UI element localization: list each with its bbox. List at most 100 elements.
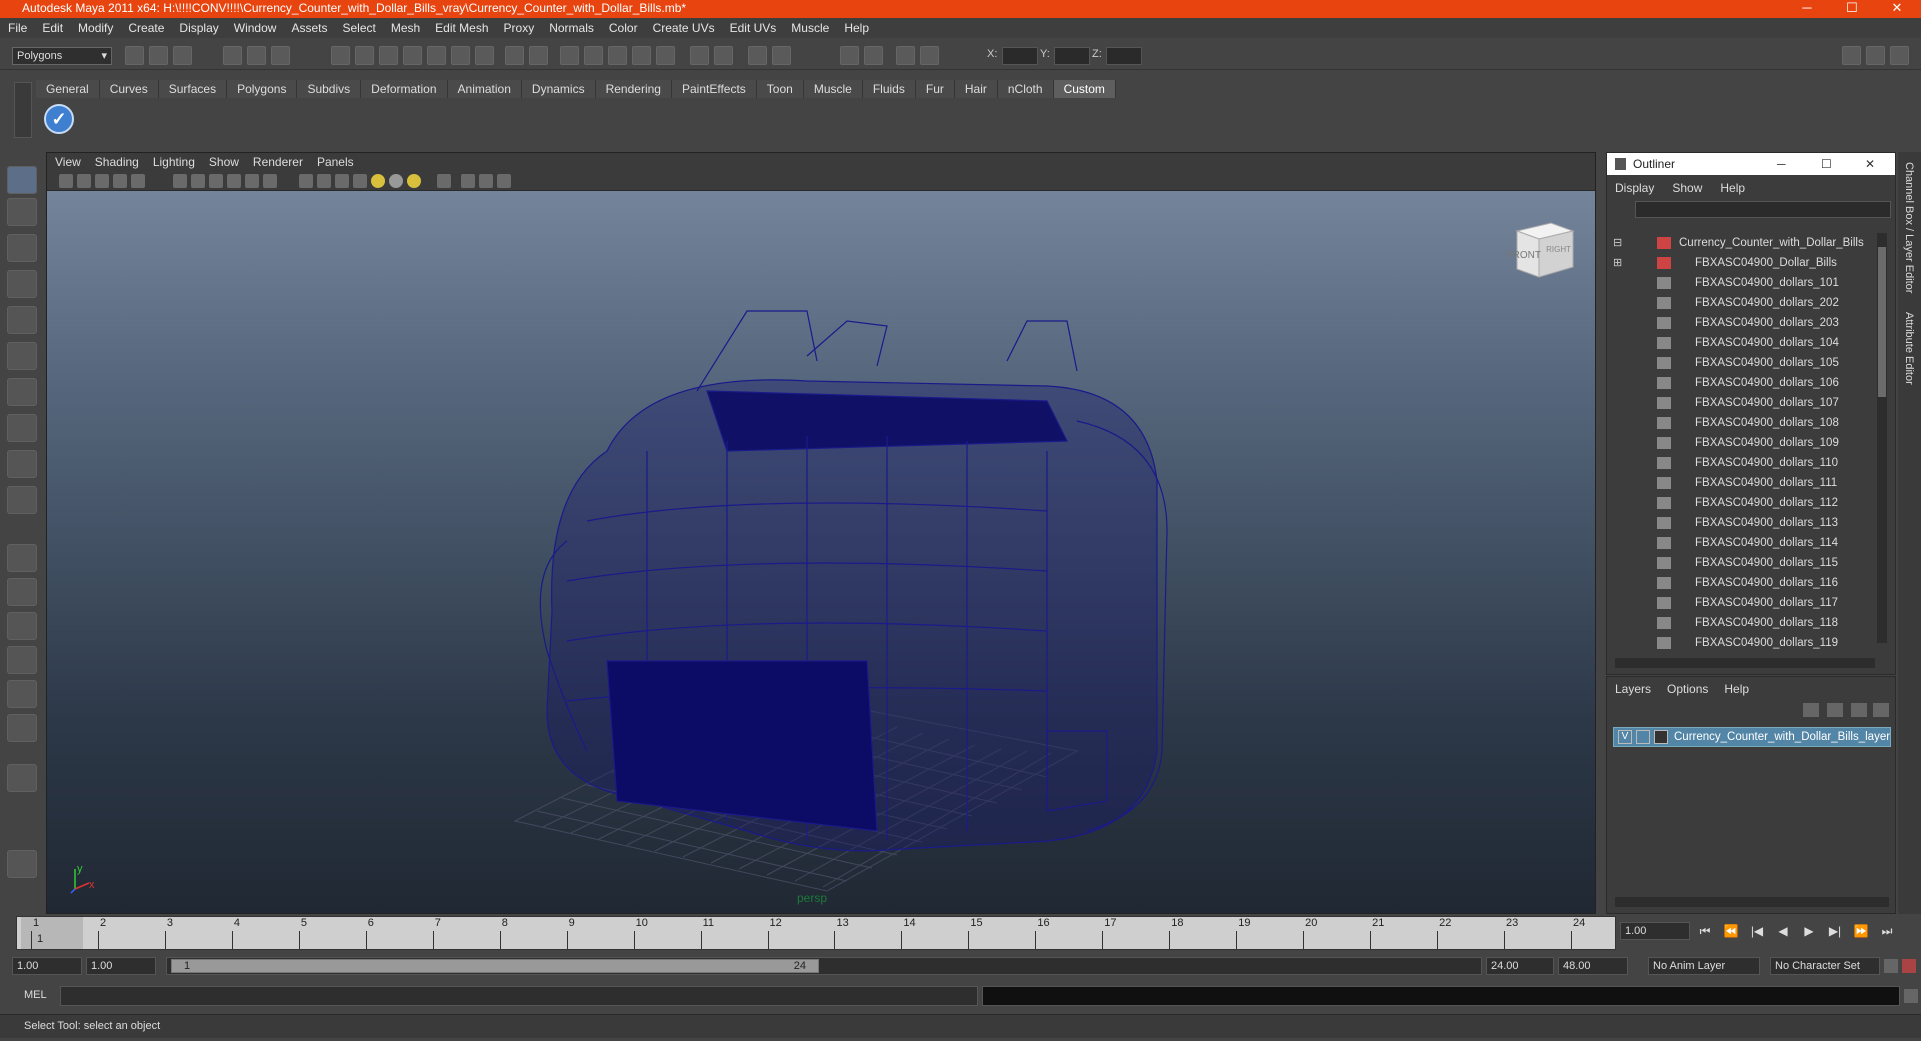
snap-grid-icon[interactable] [331, 46, 350, 65]
backface-icon[interactable] [497, 174, 511, 188]
menu-display[interactable]: Display [179, 21, 218, 35]
outliner-menu-help[interactable]: Help [1720, 179, 1745, 197]
help-icon[interactable] [475, 46, 494, 65]
render-current-icon[interactable] [584, 46, 603, 65]
playback-end-field[interactable]: 24.00 [1486, 957, 1554, 975]
step-back-icon[interactable]: ⏪ [1722, 924, 1740, 942]
layer-visibility-toggle[interactable]: V [1618, 730, 1632, 744]
menu-select[interactable]: Select [342, 21, 375, 35]
absolute-transform-icon[interactable] [920, 46, 939, 65]
hypershade-icon[interactable] [656, 46, 675, 65]
range-slider-handle[interactable]: 1 24 [171, 959, 819, 973]
outliner-item[interactable]: FBXASC04900_dollars_114 [1607, 533, 1877, 553]
minimize-button[interactable]: ─ [1785, 0, 1829, 18]
custom-shelf-check-icon[interactable]: ✓ [44, 104, 74, 134]
lasso-tool-icon[interactable] [7, 198, 37, 226]
viewport-menu-shading[interactable]: Shading [95, 155, 139, 169]
layers-menu-help[interactable]: Help [1724, 681, 1749, 697]
outliner-group-item[interactable]: ⊞ FBXASC04900_Dollar_Bills [1607, 253, 1877, 273]
menu-mesh[interactable]: Mesh [391, 21, 420, 35]
shelf-tab-polygons[interactable]: Polygons [227, 80, 298, 98]
snap-point-icon[interactable] [379, 46, 398, 65]
outliner-menu-show[interactable]: Show [1672, 179, 1702, 197]
shelf-tab-ncloth[interactable]: nCloth [997, 80, 1054, 98]
channel-box-toggle-icon[interactable] [1866, 46, 1885, 65]
outliner-close-icon[interactable]: ✕ [1865, 153, 1875, 175]
select-object-icon[interactable] [247, 46, 266, 65]
outliner-minimize-icon[interactable]: ─ [1777, 153, 1786, 175]
menu-color[interactable]: Color [609, 21, 638, 35]
perspective-viewport[interactable]: View Shading Lighting Show Renderer Pane… [46, 152, 1596, 914]
outliner-item[interactable]: FBXASC04900_dollars_117 [1607, 593, 1877, 613]
select-tool-icon[interactable] [7, 166, 37, 194]
textured-icon[interactable] [353, 174, 367, 188]
custom-layout-icon[interactable] [7, 714, 37, 742]
show-manip-icon[interactable] [7, 450, 37, 478]
menu-assets[interactable]: Assets [291, 21, 327, 35]
shelf-tab-muscle[interactable]: Muscle [803, 80, 863, 98]
viewport-menu-lighting[interactable]: Lighting [153, 155, 195, 169]
goto-end-icon[interactable]: ⏭ [1878, 924, 1896, 942]
play-forward-icon[interactable]: ▶ [1800, 924, 1818, 942]
select-component-icon[interactable] [271, 46, 290, 65]
range-slider-track[interactable]: 1 24 [166, 957, 1482, 975]
viewport-menu-panels[interactable]: Panels [317, 155, 354, 169]
new-scene-icon[interactable] [125, 46, 144, 65]
shelf-tab-rendering[interactable]: Rendering [595, 80, 672, 98]
isolate-select-icon[interactable] [437, 174, 451, 188]
rotate-tool-icon[interactable] [7, 306, 37, 334]
ipr-render-icon[interactable] [608, 46, 627, 65]
outliner-item[interactable]: FBXASC04900_dollars_109 [1607, 433, 1877, 453]
shelf-tab-general[interactable]: General [36, 80, 100, 98]
outliner-item[interactable]: FBXASC04900_dollars_106 [1607, 373, 1877, 393]
maximize-button[interactable]: ☐ [1830, 0, 1874, 18]
layer-row[interactable]: V Currency_Counter_with_Dollar_Bills_lay… [1613, 727, 1891, 747]
menu-muscle[interactable]: Muscle [791, 21, 829, 35]
shelf-tab-curves[interactable]: Curves [99, 80, 159, 98]
outliner-item[interactable]: FBXASC04900_dollars_105 [1607, 353, 1877, 373]
attribute-editor-tab[interactable]: Attribute Editor [1903, 312, 1915, 385]
step-forward-icon[interactable]: ⏩ [1852, 924, 1870, 942]
outliner-item[interactable]: FBXASC04900_dollars_113 [1607, 513, 1877, 533]
menu-modify[interactable]: Modify [78, 21, 113, 35]
play-backward-icon[interactable]: ◀ [1774, 924, 1792, 942]
field-chart-icon[interactable] [227, 174, 241, 188]
expand-icon[interactable]: ⊞ [1613, 253, 1622, 273]
grid-toggle-icon[interactable] [131, 174, 145, 188]
layers-menu-options[interactable]: Options [1667, 681, 1708, 697]
outliner-item[interactable]: FBXASC04900_dollars_108 [1607, 413, 1877, 433]
script-editor-button-icon[interactable] [1904, 989, 1918, 1003]
channel-box-tab[interactable]: Channel Box / Layer Editor [1903, 162, 1915, 293]
menu-edit-mesh[interactable]: Edit Mesh [435, 21, 488, 35]
snap-plane-icon[interactable] [403, 46, 422, 65]
transform-field-icon[interactable] [748, 46, 767, 65]
channel-box-icon[interactable] [896, 46, 915, 65]
scale-tool-icon[interactable] [7, 342, 37, 370]
sidebar-toggle-icon[interactable] [772, 46, 791, 65]
mel-command-input[interactable] [60, 986, 978, 1006]
shadows-icon[interactable] [389, 174, 403, 188]
shelf-tab-fur[interactable]: Fur [915, 80, 955, 98]
outliner-root-item[interactable]: ⊟ Currency_Counter_with_Dollar_Bills [1607, 233, 1877, 253]
menu-normals[interactable]: Normals [549, 21, 594, 35]
film-gate-icon[interactable] [173, 174, 187, 188]
outliner-item[interactable]: FBXASC04900_dollars_118 [1607, 613, 1877, 633]
viewport-menu-show[interactable]: Show [209, 155, 239, 169]
shelf-tab-deformation[interactable]: Deformation [361, 80, 448, 98]
menu-help[interactable]: Help [844, 21, 869, 35]
playback-start-field[interactable]: 1.00 [86, 957, 156, 975]
panel-layout-icon[interactable] [1842, 46, 1861, 65]
soft-mod-icon[interactable] [7, 414, 37, 442]
move-layer-up-icon[interactable] [1803, 703, 1819, 717]
menu-file[interactable]: File [8, 21, 27, 35]
camera-attributes-icon[interactable] [77, 174, 91, 188]
outliner-menu-display[interactable]: Display [1615, 179, 1654, 197]
wireframe-on-shaded-icon[interactable] [335, 174, 349, 188]
step-back-key-icon[interactable]: |◀ [1748, 924, 1766, 942]
end-time-field[interactable]: 48.00 [1558, 957, 1628, 975]
camera-select-icon[interactable] [59, 174, 73, 188]
save-scene-icon[interactable] [173, 46, 192, 65]
viewport-menu-view[interactable]: View [55, 155, 81, 169]
paint-select-icon[interactable] [7, 234, 37, 262]
menu-set-dropdown[interactable]: Polygons ▾ [12, 47, 112, 65]
